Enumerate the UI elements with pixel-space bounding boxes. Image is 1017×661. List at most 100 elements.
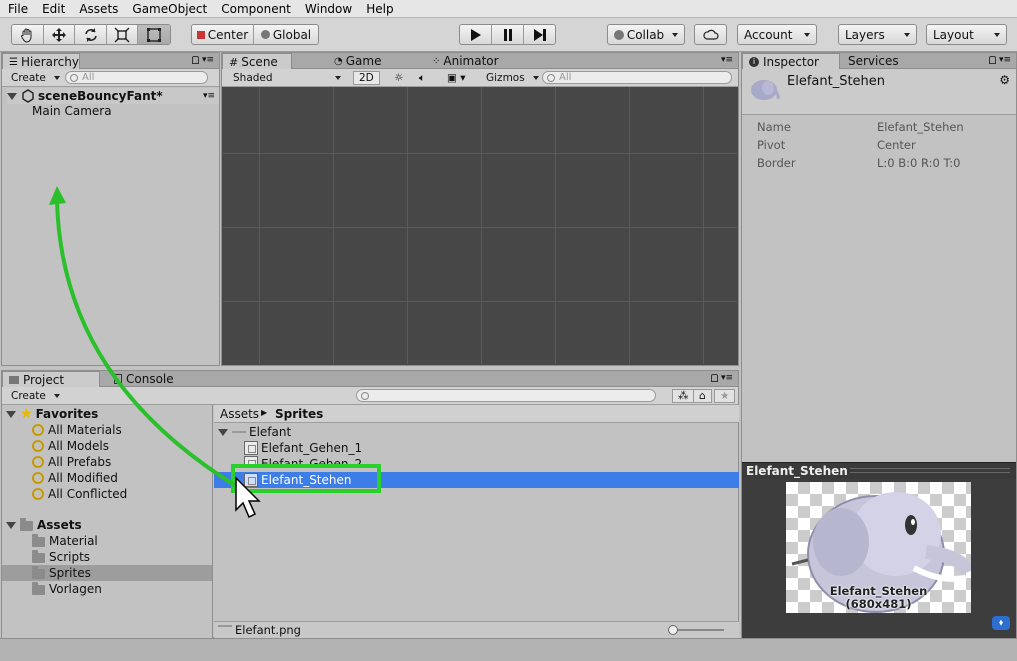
panel-menu-icon[interactable]: ▾≡ — [721, 373, 733, 383]
asset-labels-tag-icon[interactable]: ⬧ — [992, 616, 1010, 630]
folder-item[interactable]: Scripts — [32, 549, 90, 565]
inspector-tab-label: Inspector — [763, 55, 819, 69]
panel-menu-icon[interactable]: ▾≡ — [721, 55, 733, 65]
tab-hierarchy[interactable]: ☰ Hierarchy — [2, 53, 80, 70]
favorites-header[interactable]: ★ Favorites — [6, 406, 98, 422]
hand-tool-icon[interactable] — [12, 25, 44, 44]
project-folder-tree: ★ Favorites All Materials All Models All … — [2, 405, 213, 638]
scene-root-row[interactable]: sceneBouncyFant* ▾≡ — [7, 88, 219, 104]
pivot-center-button[interactable]: Center — [192, 25, 254, 44]
menu-help[interactable]: Help — [358, 2, 399, 16]
assets-header[interactable]: Assets — [6, 517, 82, 533]
rect-tool-icon[interactable] — [138, 25, 170, 44]
expand-triangle-icon[interactable] — [7, 92, 17, 100]
sprite-item[interactable]: Elefant_Gehen_1 — [244, 440, 362, 456]
panel-menu-icon[interactable]: ▾≡ — [202, 55, 214, 65]
preview-header[interactable]: Elefant_Stehen — [742, 462, 1016, 479]
favorite-item[interactable]: All Materials — [32, 422, 122, 438]
collapse-triangle-icon[interactable] — [218, 428, 228, 436]
project-create-button[interactable]: Create — [6, 389, 65, 403]
lighting-sun-icon[interactable]: ☼ — [389, 71, 408, 85]
folder-icon — [32, 550, 45, 563]
breadcrumb-assets[interactable]: Assets — [220, 407, 259, 421]
pivot-global-button[interactable]: Global — [254, 25, 318, 44]
gizmos-label: Gizmos — [486, 72, 525, 84]
expand-triangle-icon[interactable] — [6, 410, 16, 418]
scene-search-input[interactable]: All — [542, 71, 732, 84]
tab-inspector[interactable]: i Inspector — [742, 53, 840, 70]
layout-dropdown[interactable]: Layout — [926, 24, 1007, 45]
shading-dropdown[interactable]: Shaded — [228, 71, 346, 85]
menu-edit[interactable]: Edit — [34, 2, 71, 16]
audio-icon[interactable]: 🔈︎ — [414, 71, 430, 85]
scale-tool-icon[interactable] — [107, 25, 139, 44]
preview-drag-handle[interactable] — [850, 468, 1010, 473]
move-tool-icon[interactable] — [44, 25, 76, 44]
hierarchy-item-main-camera[interactable]: Main Camera — [32, 103, 112, 119]
tab-project[interactable]: Project — [2, 371, 100, 388]
favorite-item[interactable]: All Prefabs — [32, 454, 111, 470]
filter-label-icon[interactable]: ⌂ — [693, 389, 712, 403]
account-dropdown[interactable]: Account — [737, 24, 817, 45]
breadcrumb-sprites[interactable]: Sprites — [275, 407, 323, 421]
project-search-input[interactable] — [356, 389, 656, 402]
collab-check-icon — [613, 29, 624, 40]
star-icon: ★ — [20, 406, 33, 422]
menu-gameobject[interactable]: GameObject — [124, 2, 213, 16]
project-folder-icon — [9, 376, 19, 384]
rotate-tool-icon[interactable] — [75, 25, 107, 44]
folder-label: Sprites — [49, 566, 91, 580]
zoom-slider-thumb[interactable] — [668, 625, 678, 635]
lock-icon[interactable] — [989, 56, 996, 64]
scene-menu-icon[interactable]: ▾≡ — [203, 91, 215, 101]
tab-scene[interactable]: # Scene — [222, 53, 292, 70]
menu-window[interactable]: Window — [297, 2, 358, 16]
hierarchy-search-input[interactable]: All — [65, 71, 208, 84]
filter-type-icon[interactable]: ⁂ — [672, 389, 695, 403]
lock-icon[interactable] — [711, 374, 718, 382]
favorite-item[interactable]: All Modified — [32, 470, 118, 486]
search-filter-icon — [32, 488, 44, 500]
search-filter-icon — [32, 472, 44, 484]
tab-services[interactable]: Services — [842, 53, 899, 69]
favorite-item[interactable]: All Models — [32, 438, 109, 454]
scene-tab-label: Scene — [241, 55, 278, 69]
pause-button[interactable] — [492, 25, 524, 44]
console-icon — [114, 374, 122, 384]
hierarchy-create-button[interactable]: Create — [6, 71, 65, 85]
menu-assets[interactable]: Assets — [71, 2, 124, 16]
favorite-star-icon[interactable]: ★ — [714, 389, 736, 403]
cloud-button[interactable] — [694, 24, 727, 45]
pacman-icon: ◔ — [334, 55, 343, 67]
collab-dropdown[interactable]: Collab — [607, 24, 685, 45]
favorite-item[interactable]: All Conflicted — [32, 486, 127, 502]
tab-animator[interactable]: ⁘ Animator — [426, 53, 499, 69]
sprite-group-row[interactable]: Elefant — [218, 424, 291, 440]
favorite-label: All Models — [48, 439, 109, 453]
settings-gear-icon[interactable]: ⚙ — [999, 73, 1010, 87]
tab-console[interactable]: Console — [108, 371, 174, 387]
menu-component[interactable]: Component — [213, 2, 297, 16]
lock-icon[interactable] — [192, 56, 199, 64]
create-label: Create — [11, 390, 46, 402]
folder-item[interactable]: Material — [32, 533, 98, 549]
menu-file[interactable]: File — [0, 2, 34, 16]
texture-icon — [232, 431, 246, 433]
tab-game[interactable]: ◔ Game — [328, 53, 381, 69]
2d-toggle[interactable]: 2D — [353, 71, 380, 85]
scene-name: sceneBouncyFant* — [38, 89, 163, 103]
folder-item[interactable]: Vorlagen — [32, 581, 102, 597]
scene-panel: # Scene ◔ Game ⁘ Animator ▾≡ Shaded 2D ☼ 🔈︎… — [221, 52, 739, 366]
folder-item-selected[interactable]: Sprites — [2, 565, 212, 581]
play-button[interactable] — [460, 25, 492, 44]
layers-dropdown[interactable]: Layers — [838, 24, 917, 45]
sprite-icon — [244, 441, 258, 455]
expand-triangle-icon[interactable] — [6, 521, 16, 529]
inspector-object-name: Elefant_Stehen — [787, 74, 886, 89]
panel-menu-icon[interactable]: ▾≡ — [999, 55, 1011, 65]
gizmos-dropdown[interactable]: Gizmos — [481, 71, 544, 85]
scene-viewport[interactable] — [223, 87, 737, 364]
sprite-preview: Elefant_Stehen (680x481) — [786, 482, 975, 613]
effects-image-icon[interactable]: ▣ ▾ — [442, 71, 471, 85]
step-button[interactable] — [524, 25, 555, 44]
